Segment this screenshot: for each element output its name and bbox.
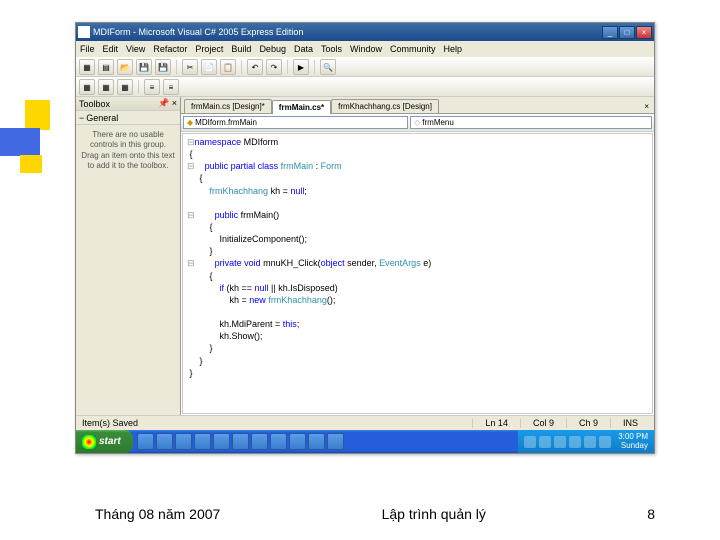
code-editor[interactable]: ⊟namespace MDIform {⊟ public partial cla… [182,133,653,414]
system-tray: 3:00 PM Sunday [518,430,654,453]
taskbar-app-2[interactable] [156,433,173,450]
tray-icon-2[interactable] [539,436,551,448]
toolbox-close-icon[interactable]: × [172,98,177,108]
tray-icon-3[interactable] [554,436,566,448]
tab-close-icon[interactable]: × [639,100,654,113]
taskbar-app-3[interactable] [175,433,192,450]
slide-footer: Tháng 08 năm 2007 Lập trình quản lý 8 [0,506,720,522]
statusbar: Item(s) Saved Ln 14 Col 9 Ch 9 INS [76,415,654,430]
undo-button[interactable]: ↶ [247,59,263,75]
open-button[interactable]: 📂 [117,59,133,75]
taskbar-app-9[interactable] [289,433,306,450]
maximize-button[interactable]: □ [619,26,635,39]
tab-design[interactable]: frmMain.cs [Design]* [184,99,272,113]
tray-icon-4[interactable] [569,436,581,448]
menu-refactor[interactable]: Refactor [153,44,187,54]
toolbar-main: ▦ ▤ 📂 💾 💾 ✂ 📄 📋 ↶ ↷ ▶ 🔍 [76,57,654,77]
window-title: MDIForm - Microsoft Visual C# 2005 Expre… [93,27,602,37]
save-all-button[interactable]: 💾 [155,59,171,75]
close-button[interactable]: × [636,26,652,39]
menu-view[interactable]: View [126,44,145,54]
member-name: frmMenu [422,118,454,127]
windows-taskbar: start [76,430,654,453]
toolbox-title: Toolbox [79,99,110,109]
class-name: MDIform.frmMain [195,118,257,127]
toolbar-btn-a[interactable]: ▦ [79,79,95,95]
status-col: Col 9 [520,418,566,428]
tab-code[interactable]: frmMain.cs* [272,100,331,114]
member-dropdown[interactable]: ◇ frmMenu [410,116,652,129]
clock-day: Sunday [618,442,648,451]
expander-icon[interactable]: − [79,113,84,123]
titlebar[interactable]: MDIForm - Microsoft Visual C# 2005 Expre… [76,23,654,41]
toolbox-empty-message: There are no usable controls in this gro… [76,125,180,177]
menu-window[interactable]: Window [350,44,382,54]
menu-build[interactable]: Build [231,44,251,54]
taskbar-app-8[interactable] [270,433,287,450]
slide-decoration [0,100,60,180]
taskbar-app-6[interactable] [232,433,249,450]
start-label: start [99,436,121,447]
toolbar-secondary: ▦ ▦ ▦ ≡ ≡ [76,77,654,97]
document-tabbar: frmMain.cs [Design]* frmMain.cs* frmKhac… [181,97,654,114]
save-button[interactable]: 💾 [136,59,152,75]
menu-community[interactable]: Community [390,44,436,54]
taskbar-app-7[interactable] [251,433,268,450]
menu-data[interactable]: Data [294,44,313,54]
app-icon [78,26,90,38]
class-icon: ◆ [187,118,193,127]
tray-icon-5[interactable] [584,436,596,448]
toolbar-btn-c[interactable]: ▦ [117,79,133,95]
code-nav-bar: ◆ MDIform.frmMain ◇ frmMenu [181,114,654,132]
cut-button[interactable]: ✂ [182,59,198,75]
toolbar-btn-b[interactable]: ▦ [98,79,114,95]
class-dropdown[interactable]: ◆ MDIform.frmMain [183,116,408,129]
status-ins: INS [610,418,650,428]
menu-debug[interactable]: Debug [259,44,286,54]
toolbox-group-label: General [86,113,118,123]
paste-button[interactable]: 📋 [220,59,236,75]
member-icon: ◇ [414,118,420,127]
uncomment-button[interactable]: ≡ [163,79,179,95]
status-ch: Ch 9 [566,418,610,428]
pin-icon[interactable]: 📌 [158,98,169,108]
menu-edit[interactable]: Edit [103,44,119,54]
minimize-button[interactable]: _ [602,26,618,39]
taskbar-app-10[interactable] [308,433,325,450]
add-item-button[interactable]: ▤ [98,59,114,75]
menu-file[interactable]: File [80,44,95,54]
menu-tools[interactable]: Tools [321,44,342,54]
menubar: File Edit View Refactor Project Build De… [76,41,654,57]
footer-page: 8 [647,506,655,522]
toolbox-group-general[interactable]: − General [76,111,180,125]
comment-button[interactable]: ≡ [144,79,160,95]
status-line: Ln 14 [472,418,520,428]
start-debug-button[interactable]: ▶ [293,59,309,75]
status-message: Item(s) Saved [80,418,472,428]
editor-area: frmMain.cs [Design]* frmMain.cs* frmKhac… [181,97,654,415]
ide-window: MDIForm - Microsoft Visual C# 2005 Expre… [75,22,655,454]
menu-help[interactable]: Help [444,44,463,54]
taskbar-items [133,433,519,450]
tray-icon-6[interactable] [599,436,611,448]
tab-khachhang[interactable]: frmKhachhang.cs [Design] [331,99,439,113]
taskbar-app-4[interactable] [194,433,211,450]
copy-button[interactable]: 📄 [201,59,217,75]
new-project-button[interactable]: ▦ [79,59,95,75]
find-button[interactable]: 🔍 [320,59,336,75]
taskbar-clock[interactable]: 3:00 PM Sunday [618,433,648,451]
taskbar-app-1[interactable] [137,433,154,450]
taskbar-app-5[interactable] [213,433,230,450]
menu-project[interactable]: Project [195,44,223,54]
start-button[interactable]: start [76,430,133,453]
tray-icon-1[interactable] [524,436,536,448]
redo-button[interactable]: ↷ [266,59,282,75]
footer-date: Tháng 08 năm 2007 [95,506,220,522]
taskbar-app-11[interactable] [327,433,344,450]
footer-title: Lập trình quản lý [382,506,486,522]
toolbox-header[interactable]: Toolbox 📌 × [76,97,180,111]
toolbox-panel: Toolbox 📌 × − General There are no usabl… [76,97,181,415]
